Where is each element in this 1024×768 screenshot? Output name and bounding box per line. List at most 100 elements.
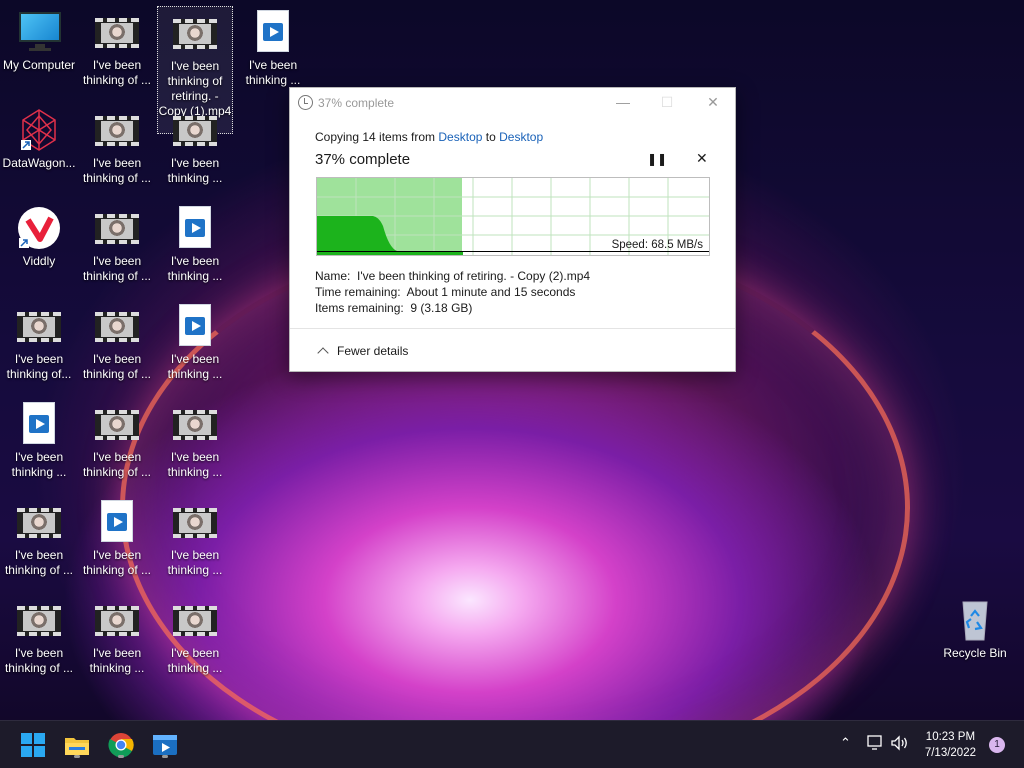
desktop-icon-video-file[interactable]: I've been thinking of ... [1, 500, 77, 578]
volume-icon[interactable] [890, 735, 910, 754]
chrome-button[interactable] [106, 730, 136, 760]
desktop-icon-video-file[interactable]: I've been thinking of... [1, 304, 77, 382]
notification-badge[interactable]: 1 [989, 737, 1005, 753]
video-thumbnail-icon [173, 116, 217, 146]
close-button[interactable]: ✕ [693, 92, 733, 114]
desktop-icon-video-file[interactable]: I've been thinking ... [235, 10, 311, 88]
desktop-icon-my-computer[interactable]: My Computer [1, 10, 77, 73]
current-speed-line [317, 251, 709, 252]
items-row: Items remaining: 9 (3.18 GB) [315, 300, 590, 316]
desktop-icon-video-file[interactable]: I've been thinking ... [157, 304, 233, 382]
video-thumbnail-icon [173, 19, 217, 49]
speed-label: Speed: 68.5 MB/s [611, 239, 703, 251]
minimize-button[interactable]: — [603, 92, 643, 114]
stop-button[interactable]: ✕ [696, 150, 708, 167]
transfer-details: Name: I've been thinking of retiring. - … [315, 268, 590, 316]
dialog-title: 37% complete [318, 96, 395, 110]
video-thumbnail-icon [95, 410, 139, 440]
time-row: Time remaining: About 1 minute and 15 se… [315, 284, 590, 300]
media-player-button[interactable] [150, 730, 180, 760]
desktop-icon-label: I've been thinking of... [6, 352, 72, 381]
video-thumbnail-icon [95, 606, 139, 636]
time-value: About 1 minute and 15 seconds [406, 285, 576, 299]
system-clock[interactable]: 10:23 PM 7/13/2022 [925, 729, 976, 761]
clock-icon [298, 95, 313, 110]
desktop-icon-video-file[interactable]: I've been thinking ... [1, 402, 77, 480]
desktop-icon-label: I've been thinking of ... [82, 254, 152, 283]
percent-complete: 37% complete [315, 151, 411, 168]
desktop-icon-video-file[interactable]: I've been thinking of ... [79, 304, 155, 382]
video-thumbnail-icon [95, 312, 139, 342]
clock-date: 7/13/2022 [924, 747, 976, 759]
desktop-icon-label: I've been thinking ... [167, 254, 223, 283]
running-indicator [162, 755, 168, 758]
desktop-icon-recycle-bin[interactable]: Recycle Bin [937, 598, 1013, 661]
desktop-icon-video-file[interactable]: I've been thinking ... [157, 206, 233, 284]
chevron-up-icon [317, 347, 329, 359]
desktop-icon-video-file[interactable]: I've been thinking ... [157, 500, 233, 578]
desktop-icon-video-file[interactable]: I've been thinking of ... [79, 500, 155, 578]
running-indicator [118, 755, 124, 758]
video-thumbnail-icon [95, 18, 139, 48]
source-link[interactable]: Desktop [438, 130, 482, 144]
desktop-icon-label: I've been thinking of ... [82, 58, 152, 87]
items-label: Items remaining: [315, 301, 404, 315]
desktop-icon-label: I've been thinking ... [11, 450, 67, 479]
desktop-icon-label: Viddly [22, 254, 56, 268]
transfer-speed-graph: Speed: 68.5 MB/s [316, 177, 710, 256]
desktop-icon-video-file[interactable]: I've been thinking of ... [79, 206, 155, 284]
clock-time: 10:23 PM [925, 731, 976, 743]
desktop-icon-label: I've been thinking ... [167, 646, 223, 675]
desktop-icon-label: I've been thinking ... [245, 58, 301, 87]
desktop-icon-label: I've been thinking of ... [82, 156, 152, 185]
datawagon-icon [15, 108, 63, 152]
chevron-up-icon[interactable]: ⌃ [840, 735, 851, 751]
media-file-icon [257, 10, 289, 52]
fewer-details-button[interactable]: Fewer details [317, 344, 409, 359]
desktop-icon-label: I've been thinking ... [167, 548, 223, 577]
recycle-bin-icon [951, 598, 999, 642]
desktop-icon-label: I've been thinking ... [167, 450, 223, 479]
desktop-icon-label: I've been thinking ... [167, 156, 223, 185]
desktop-icon-video-file[interactable]: I've been thinking of ... [1, 598, 77, 676]
destination-link[interactable]: Desktop [499, 130, 543, 144]
media-file-icon [179, 304, 211, 346]
video-thumbnail-icon [95, 214, 139, 244]
video-thumbnail-icon [173, 410, 217, 440]
desktop-icon-video-file[interactable]: I've been thinking of ... [79, 402, 155, 480]
copy-prefix-text: Copying 14 items from [315, 130, 439, 144]
desktop-icon-label: I've been thinking of ... [82, 450, 152, 479]
network-icon[interactable] [866, 735, 884, 754]
desktop-icon-video-file[interactable]: I've been thinking ... [157, 598, 233, 676]
desktop-icon-video-file[interactable]: I've been thinking ... [79, 598, 155, 676]
video-thumbnail-icon [17, 606, 61, 636]
start-button[interactable] [18, 730, 48, 760]
dialog-titlebar[interactable]: 37% complete — ☐ ✕ [290, 88, 735, 118]
items-value: 9 (3.18 GB) [410, 301, 473, 315]
pause-button[interactable]: ❚❚ [647, 152, 667, 166]
copy-summary: Copying 14 items from Desktop to Desktop [315, 130, 543, 144]
to-text: to [482, 130, 500, 144]
running-indicator [74, 755, 80, 758]
desktop-icon-datawagon[interactable]: DataWagon... [1, 108, 77, 171]
desktop-icon-viddly[interactable]: Viddly [1, 206, 77, 269]
maximize-button: ☐ [660, 94, 674, 110]
name-row: Name: I've been thinking of retiring. - … [315, 268, 590, 284]
file-explorer-button[interactable] [62, 730, 92, 760]
monitor-icon [15, 10, 63, 54]
desktop-icon-video-file[interactable]: I've been thinking of ... [79, 108, 155, 186]
video-thumbnail-icon [17, 312, 61, 342]
desktop-icon-label: I've been thinking of ... [82, 548, 152, 577]
taskbar: ⌃ 10:23 PM 7/13/2022 1 [0, 720, 1024, 768]
desktop-icon-video-file[interactable]: I've been thinking of ... [79, 10, 155, 88]
video-thumbnail-icon [95, 116, 139, 146]
desktop-icon-video-file[interactable]: I've been thinking ... [157, 108, 233, 186]
desktop-icon-label: I've been thinking of ... [4, 646, 74, 675]
name-label: Name: [315, 269, 351, 283]
desktop-icon-video-file[interactable]: I've been thinking ... [157, 402, 233, 480]
desktop-icon-label: I've been thinking of ... [4, 548, 74, 577]
name-value: I've been thinking of retiring. - Copy (… [357, 269, 591, 283]
fewer-details-label: Fewer details [337, 344, 409, 358]
copy-progress-dialog[interactable]: 37% complete — ☐ ✕ Copying 14 items from… [289, 87, 736, 372]
media-file-icon [23, 402, 55, 444]
